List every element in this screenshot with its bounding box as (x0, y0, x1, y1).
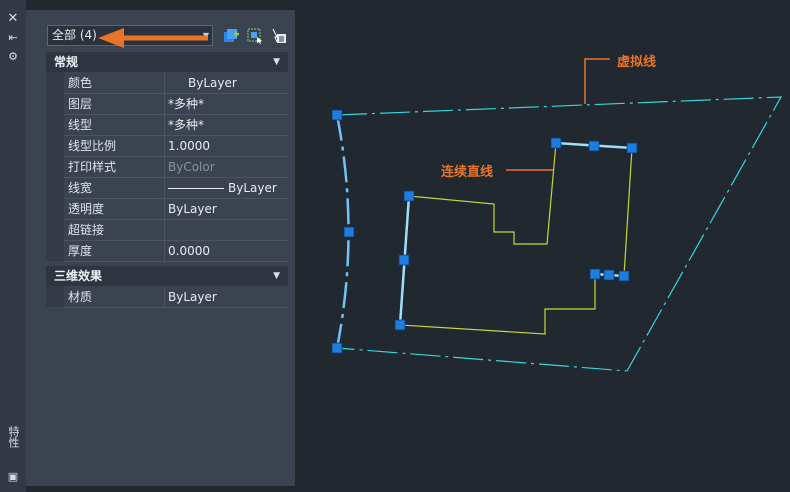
virtual-line-label: 虚拟线 (617, 55, 657, 70)
grip-points[interactable] (331, 109, 638, 354)
annotation-arrow (98, 28, 208, 48)
drawing-canvas[interactable] (0, 0, 790, 492)
continuous-line-label: 连续直线 (441, 165, 494, 180)
continuous-polyline[interactable] (399, 142, 633, 335)
virtual-line-leader (584, 58, 610, 104)
